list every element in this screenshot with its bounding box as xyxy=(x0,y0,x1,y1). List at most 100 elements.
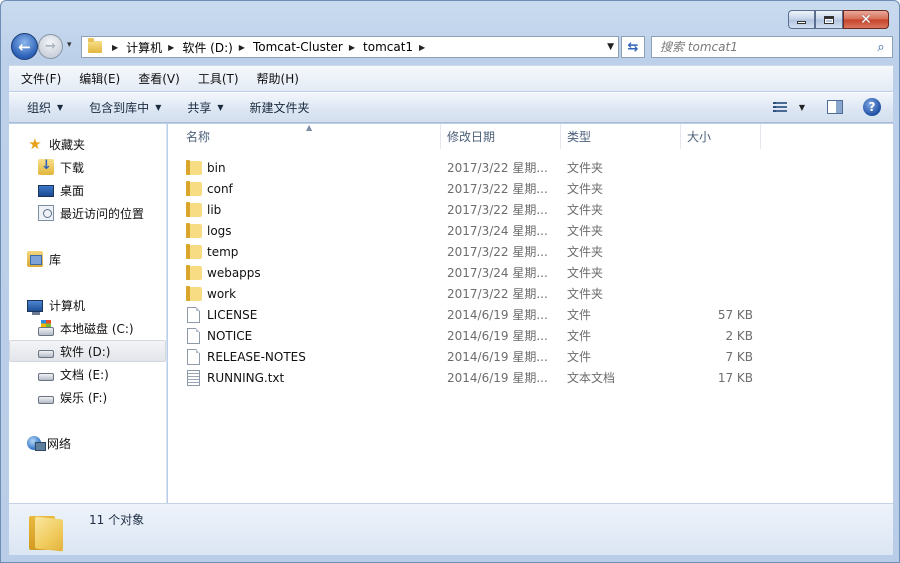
column-header-type[interactable]: 类型 xyxy=(561,124,681,149)
file-row[interactable]: NOTICE 2014/6/19 星期... 文件 2 KB xyxy=(168,325,893,346)
file-size xyxy=(687,283,753,304)
nav-computer[interactable]: 计算机 xyxy=(9,294,166,316)
folder-icon xyxy=(29,512,63,552)
file-type: 文本文档 xyxy=(567,371,616,385)
file-row[interactable]: RELEASE-NOTES 2014/6/19 星期... 文件 7 KB xyxy=(168,346,893,367)
nav-drive-f-label: 娱乐 (F:) xyxy=(60,390,108,405)
include-in-library-label: 包含到库中 xyxy=(89,101,150,115)
address-dropdown-icon[interactable]: ▼ xyxy=(607,42,614,52)
recent-pages-dropdown[interactable]: ▾ xyxy=(67,40,72,50)
download-icon xyxy=(38,158,54,175)
search-icon[interactable]: ⌕ xyxy=(870,40,892,55)
nav-recent-places-label: 最近访问的位置 xyxy=(60,206,145,221)
menu-view[interactable]: 查看(V) xyxy=(136,70,182,87)
file-type: 文件 xyxy=(567,308,592,322)
breadcrumb-tomcat-cluster[interactable]: Tomcat-Cluster ▶ xyxy=(253,40,363,54)
forward-button[interactable]: → xyxy=(38,34,63,59)
file-type: 文件夹 xyxy=(567,266,604,280)
minimize-button[interactable] xyxy=(788,10,815,29)
menu-tools[interactable]: 工具(T) xyxy=(196,70,241,87)
file-name: NOTICE xyxy=(207,328,253,343)
file-row[interactable]: temp 2017/3/22 星期... 文件夹 xyxy=(168,241,893,262)
address-bar[interactable]: ▶ 计算机 ▶ 软件 (D:) ▶ Tomcat-Cluster ▶ tomcat1 ▶… xyxy=(81,36,619,58)
folder-icon xyxy=(186,181,202,196)
organize-button[interactable]: 组织 ▼ xyxy=(27,99,63,116)
nav-drive-e[interactable]: 文档 (E:) xyxy=(9,363,166,385)
file-name: lib xyxy=(207,202,222,217)
file-row[interactable]: bin 2017/3/22 星期... 文件夹 xyxy=(168,157,893,178)
search-input[interactable] xyxy=(660,40,870,54)
menu-edit[interactable]: 编辑(E) xyxy=(77,70,122,87)
file-name: RELEASE-NOTES xyxy=(207,349,306,364)
menu-help[interactable]: 帮助(H) xyxy=(255,70,301,87)
breadcrumb-computer[interactable]: 计算机 ▶ xyxy=(126,39,182,56)
new-folder-button[interactable]: 新建文件夹 xyxy=(250,99,310,116)
file-date: 2014/6/19 星期... xyxy=(447,371,548,385)
computer-icon xyxy=(27,299,43,315)
nav-favorites[interactable]: ★ 收藏夹 xyxy=(9,133,166,155)
column-name-label: 名称 xyxy=(186,130,211,144)
folder-icon xyxy=(186,223,202,238)
breadcrumb-sep-root[interactable]: ▶ xyxy=(106,43,126,52)
system-drive-icon xyxy=(38,319,54,336)
nav-network[interactable]: 网络 xyxy=(9,432,166,454)
maximize-button[interactable] xyxy=(815,10,843,29)
file-row[interactable]: RUNNING.txt 2014/6/19 星期... 文本文档 17 KB xyxy=(168,367,893,388)
file-size: 57 KB xyxy=(717,307,753,322)
column-header-size[interactable]: 大小 xyxy=(681,124,761,149)
view-dropdown-icon[interactable]: ▼ xyxy=(799,103,805,112)
nav-desktop[interactable]: 桌面 xyxy=(9,179,166,201)
library-icon xyxy=(27,251,43,267)
include-in-library-button[interactable]: 包含到库中 ▼ xyxy=(89,99,161,116)
file-size: 17 KB xyxy=(717,370,753,385)
breadcrumb-separator[interactable]: ▶ xyxy=(419,43,425,52)
breadcrumb-separator[interactable]: ▶ xyxy=(239,43,245,52)
folder-icon xyxy=(186,265,202,280)
column-header-name[interactable]: 名称 xyxy=(168,124,441,149)
file-type: 文件夹 xyxy=(567,245,604,259)
folder-icon xyxy=(186,202,202,217)
nav-drive-d[interactable]: 软件 (D:) xyxy=(9,340,166,362)
nav-downloads[interactable]: 下载 xyxy=(9,156,166,178)
desktop-icon xyxy=(38,185,54,197)
folder-icon xyxy=(88,38,102,53)
preview-pane-icon[interactable] xyxy=(827,100,843,114)
nav-drive-f[interactable]: 娱乐 (F:) xyxy=(9,386,166,408)
breadcrumb-separator[interactable]: ▶ xyxy=(349,43,355,52)
file-date: 2017/3/24 星期... xyxy=(447,224,548,238)
column-header-date[interactable]: 修改日期 xyxy=(441,124,561,149)
organize-label: 组织 xyxy=(27,101,52,115)
help-icon[interactable]: ? xyxy=(863,98,881,116)
network-icon xyxy=(27,436,46,451)
nav-drive-e-label: 文档 (E:) xyxy=(60,367,109,382)
nav-library[interactable]: 库 xyxy=(9,248,166,270)
menu-file[interactable]: 文件(F) xyxy=(19,70,63,87)
nav-drive-c[interactable]: 本地磁盘 (C:) xyxy=(9,317,166,339)
details-pane: 11 个对象 xyxy=(9,503,893,555)
file-type: 文件夹 xyxy=(567,287,604,301)
file-type: 文件夹 xyxy=(567,203,604,217)
forward-arrow-icon: → xyxy=(45,39,56,54)
file-row[interactable]: webapps 2017/3/24 星期... 文件夹 xyxy=(168,262,893,283)
text-file-icon xyxy=(187,369,200,386)
share-label: 共享 xyxy=(187,101,212,115)
nav-recent-places[interactable]: 最近访问的位置 xyxy=(9,202,166,224)
file-size: 2 KB xyxy=(725,328,753,343)
breadcrumb-drive-d[interactable]: 软件 (D:) ▶ xyxy=(182,39,253,56)
view-options-icon[interactable] xyxy=(772,98,793,116)
file-type: 文件夹 xyxy=(567,224,604,238)
breadcrumb-tomcat1[interactable]: tomcat1 ▶ xyxy=(363,40,433,54)
share-button[interactable]: 共享 ▼ xyxy=(187,99,223,116)
back-arrow-icon: ← xyxy=(18,37,31,56)
file-row[interactable]: lib 2017/3/22 星期... 文件夹 xyxy=(168,199,893,220)
file-row[interactable]: work 2017/3/22 星期... 文件夹 xyxy=(168,283,893,304)
back-button[interactable]: ← xyxy=(11,33,38,60)
file-row[interactable]: LICENSE 2014/6/19 星期... 文件 57 KB xyxy=(168,304,893,325)
refresh-button[interactable]: ⇆ xyxy=(621,36,645,58)
file-row[interactable]: logs 2017/3/24 星期... 文件夹 xyxy=(168,220,893,241)
close-button[interactable]: ✕ xyxy=(843,10,889,29)
breadcrumb-separator[interactable]: ▶ xyxy=(168,43,174,52)
search-box[interactable]: ⌕ xyxy=(651,36,893,58)
chevron-down-icon: ▼ xyxy=(155,103,162,112)
file-row[interactable]: conf 2017/3/22 星期... 文件夹 xyxy=(168,178,893,199)
